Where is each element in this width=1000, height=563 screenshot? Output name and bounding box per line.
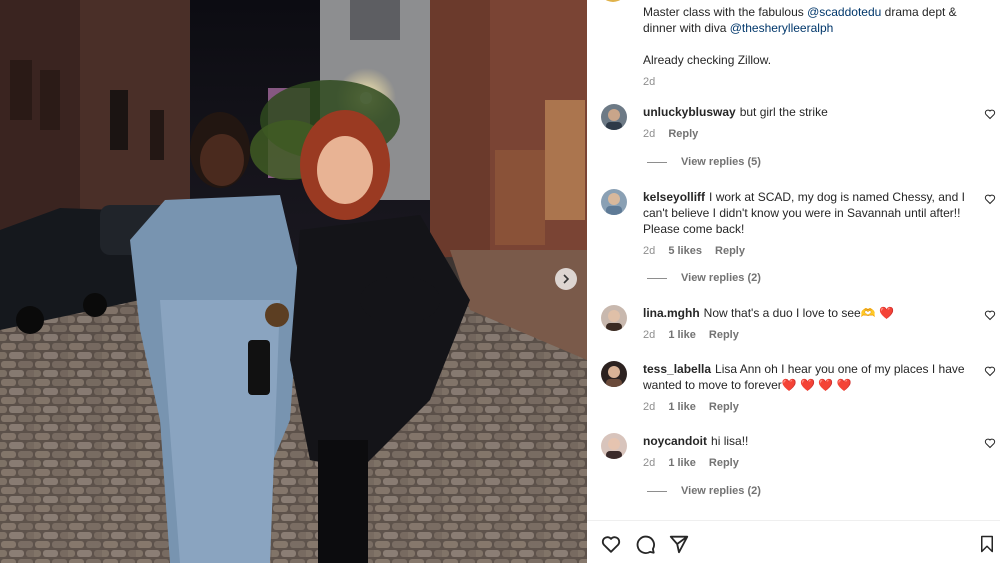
chevron-right-icon [563, 274, 570, 284]
mention-link[interactable]: @thesherylleeralph [730, 21, 834, 35]
comment-icon[interactable] [634, 533, 656, 555]
avatar[interactable] [601, 305, 627, 331]
comment-likes[interactable]: 1 like [668, 401, 696, 413]
heart-icon[interactable] [984, 437, 996, 449]
comment-timestamp[interactable]: 2d [643, 457, 655, 469]
share-icon[interactable] [668, 533, 690, 555]
divider [647, 490, 667, 492]
avatar[interactable] [601, 433, 627, 459]
caption-text: Already checking Zillow. [643, 53, 772, 67]
comments-scroll[interactable]: Master class with the fabulous @scaddote… [587, 0, 1000, 520]
post-caption: Master class with the fabulous @scaddote… [599, 0, 973, 90]
comment-username[interactable]: noycandoit [643, 434, 707, 448]
avatar[interactable] [601, 189, 627, 215]
post-actions-bar [587, 520, 1000, 563]
comment-text: hi lisa!! [711, 434, 749, 448]
caption-timestamp[interactable]: 2d [643, 76, 655, 88]
heart-icon[interactable] [984, 193, 996, 205]
comment-username[interactable]: lina.mghh [643, 306, 700, 320]
reply-button[interactable]: Reply [709, 329, 739, 341]
comment-timestamp[interactable]: 2d [643, 128, 655, 140]
comment-text: Now that's a duo I love to see🫶 ❤️ [703, 306, 894, 320]
heart-icon[interactable] [600, 533, 622, 555]
view-replies-button[interactable]: View replies (2) [647, 272, 761, 284]
comment-username[interactable]: unluckyblusway [643, 105, 736, 119]
heart-icon[interactable] [984, 309, 996, 321]
view-replies-label: View replies (5) [681, 156, 761, 168]
divider [647, 277, 667, 279]
comments-pane: Master class with the fabulous @scaddote… [587, 0, 1000, 563]
view-replies-label: View replies (2) [681, 272, 761, 284]
avatar[interactable] [601, 361, 627, 387]
view-replies-button[interactable]: View replies (5) [647, 156, 761, 168]
photo-scene [0, 0, 587, 563]
comment-timestamp[interactable]: 2d [643, 329, 655, 341]
comment-likes[interactable]: 1 like [668, 329, 696, 341]
view-replies-label: View replies (2) [681, 485, 761, 497]
comment-likes[interactable]: 5 likes [668, 245, 702, 257]
comment-username[interactable]: tess_labella [643, 362, 711, 376]
comment-timestamp[interactable]: 2d [643, 245, 655, 257]
reply-button[interactable]: Reply [709, 401, 739, 413]
comment-text: but girl the strike [739, 105, 828, 119]
reply-button[interactable]: Reply [668, 128, 698, 140]
comment-likes[interactable]: 1 like [668, 457, 696, 469]
avatar[interactable] [601, 104, 627, 130]
caption-text: Master class with the fabulous [643, 5, 808, 19]
post-photo [0, 0, 587, 563]
comment-username[interactable]: kelseyolliff [643, 190, 705, 204]
bookmark-icon[interactable] [978, 533, 996, 555]
comment-timestamp[interactable]: 2d [643, 401, 655, 413]
next-photo-button[interactable] [555, 268, 577, 290]
author-avatar[interactable] [599, 0, 627, 2]
view-replies-button[interactable]: View replies (2) [647, 485, 761, 497]
reply-button[interactable]: Reply [715, 245, 745, 257]
reply-button[interactable]: Reply [709, 457, 739, 469]
heart-icon[interactable] [984, 108, 996, 120]
divider [647, 161, 667, 163]
mention-link[interactable]: @scaddotedu [807, 5, 881, 19]
heart-icon[interactable] [984, 365, 996, 377]
